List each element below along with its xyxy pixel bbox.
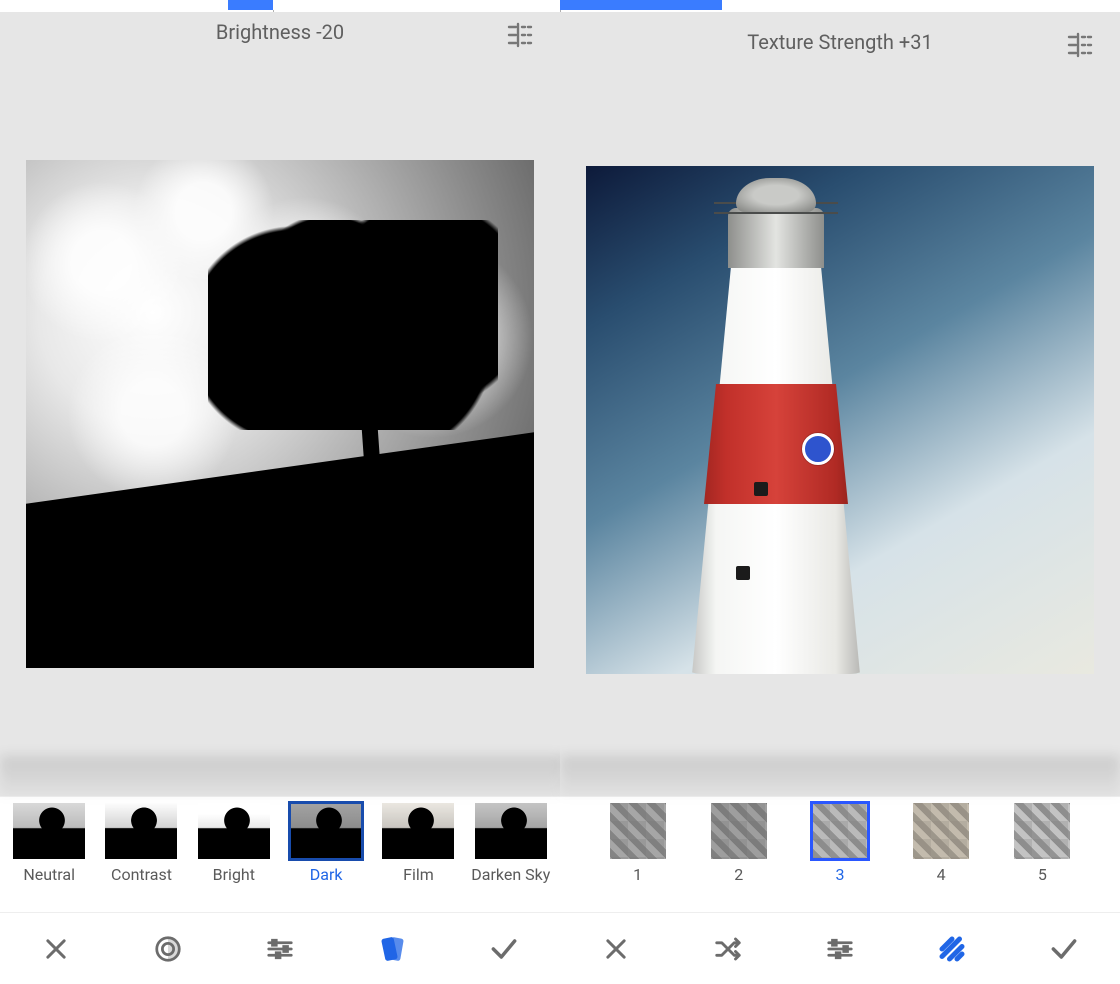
apply-button[interactable]: [1042, 927, 1086, 971]
tune-button[interactable]: [818, 927, 862, 971]
texture-preset-2[interactable]: 2: [711, 803, 767, 884]
preset-label: 3: [835, 865, 844, 884]
preset-thumbnail: [913, 803, 969, 859]
compare-button[interactable]: [504, 18, 538, 52]
preset-darken-sky[interactable]: Darken Sky: [468, 803, 554, 884]
texture-preset-4[interactable]: 4: [913, 803, 969, 884]
preset-thumbnail: [711, 803, 767, 859]
compare-button[interactable]: [1064, 28, 1098, 62]
preset-thumbnail: [290, 803, 362, 859]
sliders-icon: [825, 934, 855, 964]
swatch-icon: [377, 934, 407, 964]
texture-preset-5[interactable]: 5: [1014, 803, 1070, 884]
preset-bright[interactable]: Bright: [191, 803, 277, 884]
lighthouse-decoration: [754, 482, 768, 496]
preset-neutral[interactable]: Neutral: [6, 803, 92, 884]
adjustment-header: Texture Strength +31: [560, 12, 1120, 84]
preset-label: Bright: [213, 865, 255, 884]
preset-strip: Neutral Contrast Bright Dark Film Darken…: [0, 796, 560, 912]
close-icon: [602, 935, 630, 963]
bottom-toolbar: [560, 912, 1120, 984]
texture-preset-3[interactable]: 3: [812, 803, 868, 884]
value-slider[interactable]: [0, 0, 560, 12]
preset-thumbnail: [812, 803, 868, 859]
preset-thumbnail: [198, 803, 270, 859]
preset-label: Darken Sky: [471, 865, 550, 884]
cancel-button[interactable]: [594, 927, 638, 971]
slider-thumb[interactable]: [228, 0, 273, 10]
bottom-toolbar: [0, 912, 560, 984]
preset-label: Film: [403, 865, 434, 884]
preset-contrast[interactable]: Contrast: [98, 803, 184, 884]
lens-icon: [153, 934, 183, 964]
preset-thumbnail: [382, 803, 454, 859]
check-icon: [488, 933, 520, 965]
sliders-icon: [265, 934, 295, 964]
editor-pane-left: Brightness -20 Neutral Contrast Bri: [0, 0, 560, 984]
preset-thumbnail: [1014, 803, 1070, 859]
cancel-button[interactable]: [34, 927, 78, 971]
adjustment-header: Brightness -20: [0, 12, 560, 72]
check-icon: [1048, 933, 1080, 965]
image-canvas-area[interactable]: [0, 72, 560, 796]
preset-dark[interactable]: Dark: [283, 803, 369, 884]
tune-button[interactable]: [258, 927, 302, 971]
preset-thumbnail: [105, 803, 177, 859]
styles-button[interactable]: [370, 927, 414, 971]
preset-label: 1: [633, 865, 642, 884]
lighthouse-decoration: [728, 208, 824, 268]
preset-thumbnail: [610, 803, 666, 859]
adjustment-label: Brightness -20: [216, 20, 344, 44]
shuffle-button[interactable]: [706, 927, 750, 971]
adjustment-label: Texture Strength +31: [747, 30, 932, 54]
value-slider[interactable]: [560, 0, 1120, 12]
lens-button[interactable]: [146, 927, 190, 971]
compare-icon: [506, 22, 536, 48]
close-icon: [42, 935, 70, 963]
image-canvas-area[interactable]: [560, 84, 1120, 796]
preset-label: Contrast: [111, 865, 172, 884]
preset-label: Dark: [310, 865, 343, 884]
focus-point[interactable]: [802, 433, 834, 465]
slider-thumb[interactable]: [560, 0, 722, 10]
preset-label: 4: [937, 865, 946, 884]
canvas-shadow: [0, 756, 560, 796]
editor-pane-right: Texture Strength +31 1: [560, 0, 1120, 984]
compare-icon: [1066, 32, 1096, 58]
preset-label: Neutral: [23, 865, 75, 884]
preset-film[interactable]: Film: [375, 803, 461, 884]
apply-button[interactable]: [482, 927, 526, 971]
preset-thumbnail: [13, 803, 85, 859]
preview-image[interactable]: [586, 166, 1094, 674]
preset-label: 2: [734, 865, 743, 884]
preview-image[interactable]: [26, 160, 534, 668]
hatch-icon: [937, 934, 967, 964]
texture-button[interactable]: [930, 927, 974, 971]
shuffle-icon: [713, 934, 743, 964]
lighthouse-decoration: [676, 384, 876, 504]
preset-label: 5: [1038, 865, 1047, 884]
preset-thumbnail: [475, 803, 547, 859]
lighthouse-decoration: [736, 178, 816, 212]
tree-decoration: [208, 220, 498, 430]
lighthouse-decoration: [736, 566, 750, 580]
canvas-shadow: [560, 756, 1120, 796]
texture-preset-1[interactable]: 1: [610, 803, 666, 884]
preset-strip: 1 2 3 4 5: [560, 796, 1120, 912]
